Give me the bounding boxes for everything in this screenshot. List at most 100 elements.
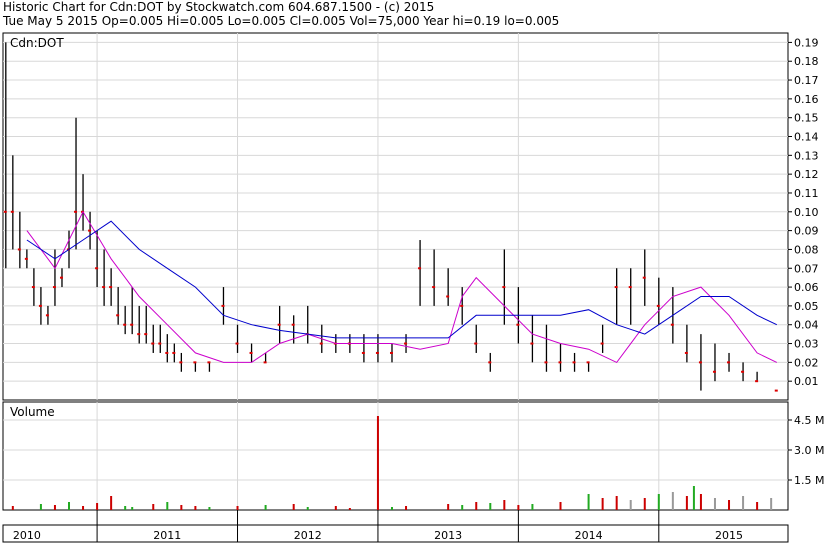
price-close-mark [628,286,632,289]
price-close-mark [74,210,78,213]
price-close-mark [670,323,674,326]
volume-bar [236,506,239,510]
price-close-mark [130,323,134,326]
price-panel [2,32,789,401]
volume-bar [713,498,716,510]
price-tick-label: 0.14 [794,131,819,144]
volume-bar [770,498,773,510]
price-close-mark [502,286,506,289]
volume-bar [110,496,113,510]
volume-bar [517,505,520,510]
price-tick-label: 0.07 [794,262,819,275]
volume-bar [503,500,506,510]
price-close-mark [235,342,239,345]
price-close-mark [31,286,35,289]
price-close-mark [207,361,211,364]
price-tick-label: 0.12 [794,168,819,181]
volume-panel-label: Volume [10,405,55,419]
price-y-axis: 0.19 0.18 0.17 0.16 0.15 0.14 0.13 0.12 0.11 0.10… [788,36,819,388]
stock-chart: 0.19 0.18 0.17 0.16 0.15 0.14 0.13 0.12 0.11 0.10… [2,32,824,543]
volume-bar [82,506,85,510]
price-close-mark [319,342,323,345]
x-tick-label: 2010 [13,529,41,542]
volume-bar [264,505,267,510]
volume-bar [131,507,134,510]
price-tick-label: 0.19 [794,36,819,49]
price-close-mark [45,314,49,317]
price-close-mark [544,361,548,364]
volume-bar [39,504,42,510]
price-tick-label: 0.13 [794,149,819,162]
price-close-mark [530,342,534,345]
x-axis-strip [2,524,789,543]
volume-bar [376,416,379,510]
price-close-mark [361,351,365,354]
price-close-mark [642,276,646,279]
volume-bar [671,492,674,510]
price-close-mark [277,323,281,326]
price-close-mark [741,370,745,373]
price-close-mark [291,323,295,326]
price-tick-label: 0.01 [794,375,819,388]
volume-bar [489,503,492,510]
price-close-mark [755,380,759,383]
price-close-mark [221,304,225,307]
volume-bar [728,500,731,510]
price-close-mark [144,333,148,336]
volume-y-axis: 4.5 M 3.0 M 1.5 M [788,414,824,487]
price-close-mark [684,351,688,354]
volume-bar [742,496,745,510]
price-close-mark [151,342,155,345]
price-tick-label: 0.18 [794,55,819,68]
price-close-mark [59,276,63,279]
price-close-mark [123,323,127,326]
price-tick-label: 0.16 [794,93,819,106]
price-close-mark [10,210,14,213]
volume-tick-label: 3.0 M [794,444,824,457]
volume-bar [461,505,464,510]
price-close-mark [586,361,590,364]
price-close-mark [614,286,618,289]
volume-bar [194,506,197,510]
price-tick-label: 0.17 [794,74,819,87]
price-close-mark [375,351,379,354]
price-close-mark [38,304,42,307]
volume-bar [756,502,759,510]
price-close-mark [17,248,21,251]
price-tick-label: 0.02 [794,356,819,369]
price-close-mark [193,361,197,364]
volume-bar [96,503,99,510]
volume-bar [587,494,590,510]
volume-bar [615,496,618,510]
price-close-mark [488,361,492,364]
volume-bar [292,504,295,510]
volume-bar [208,507,211,510]
price-close-mark [656,304,660,307]
volume-bar [306,507,309,510]
price-close-mark [109,286,113,289]
price-close-mark [179,361,183,364]
price-close-mark [432,286,436,289]
volume-bar [629,500,632,510]
price-close-mark [572,361,576,364]
price-tick-label: 0.10 [794,206,819,219]
volume-bar [692,486,695,510]
volume-panel [2,401,789,511]
volume-tick-label: 1.5 M [794,474,824,487]
price-close-mark [712,370,716,373]
price-close-mark [558,361,562,364]
price-tick-label: 0.06 [794,281,819,294]
price-tick-label: 0.11 [794,187,819,200]
volume-bar [152,504,155,510]
price-tick-label: 0.15 [794,112,819,125]
volume-bar [447,504,450,510]
price-close-mark [158,342,162,345]
volume-tick-label: 4.5 M [794,414,824,427]
price-close-mark [116,314,120,317]
price-close-mark [24,257,28,260]
x-tick-label: 2015 [715,529,743,542]
volume-bar [643,498,646,510]
volume-bar [166,502,169,510]
volume-bar [390,507,393,510]
price-close-mark [3,210,7,213]
